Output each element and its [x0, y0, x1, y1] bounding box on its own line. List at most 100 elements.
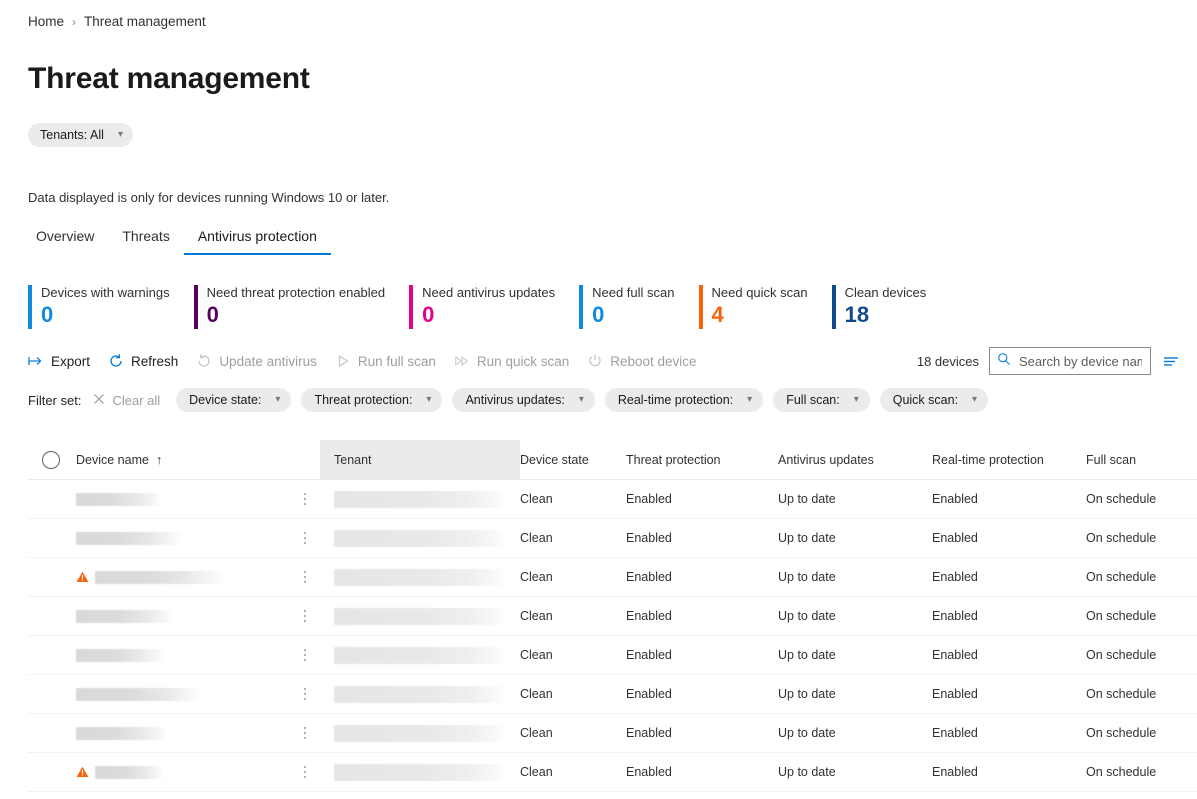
table-row[interactable]: Clean Enabled Up to date Enabled On schedule [28, 714, 1197, 753]
filter-pill-antivirus-updates[interactable]: Antivirus updates: ▾ [452, 388, 595, 412]
table-row[interactable]: Clean Enabled Up to date Enabled On schedule [28, 753, 1197, 792]
breadcrumb-separator-icon: › [72, 14, 77, 29]
refresh-button[interactable]: Refresh [108, 353, 178, 369]
kpi-card-clean-devices[interactable]: Clean devices 18 [831, 285, 926, 329]
row-select-cell[interactable] [28, 480, 76, 519]
kpi-card-need-antivirus-updates[interactable]: Need antivirus updates 0 [409, 285, 555, 329]
cell-device-name[interactable] [76, 480, 290, 519]
cell-device-name[interactable] [76, 714, 290, 753]
more-options-icon[interactable] [298, 645, 313, 666]
row-overflow-menu-cell[interactable] [290, 597, 320, 636]
cell-realtime-protection: Enabled [932, 636, 1086, 675]
clear-all-filters-button[interactable]: Clear all [93, 393, 160, 408]
row-overflow-menu-cell[interactable] [290, 675, 320, 714]
cell-threat-protection: Enabled [626, 753, 778, 792]
filter-pill-label: Antivirus updates: [465, 393, 565, 407]
row-select-cell[interactable] [28, 636, 76, 675]
cell-antivirus-updates-value: Up to date [778, 531, 836, 545]
kpi-accent-bar [831, 285, 836, 329]
redacted-device-name [76, 648, 162, 662]
cell-threat-protection: Enabled [626, 558, 778, 597]
table-row[interactable]: Clean Enabled Up to date Enabled On schedule [28, 558, 1197, 597]
more-options-icon[interactable] [298, 762, 313, 783]
close-icon [93, 393, 105, 408]
search-input[interactable] [1017, 352, 1144, 370]
breadcrumb-home[interactable]: Home [28, 14, 64, 29]
column-header-threat-protection[interactable]: Threat protection [626, 440, 778, 480]
cell-device-name[interactable] [76, 519, 290, 558]
cell-device-name[interactable] [76, 675, 290, 714]
cell-device-name[interactable] [76, 753, 290, 792]
warning-icon [76, 766, 89, 778]
tab-overview[interactable]: Overview [28, 228, 108, 255]
column-header-device-state[interactable]: Device state [520, 440, 626, 480]
chevron-down-icon: ▾ [747, 394, 753, 405]
table-row[interactable]: Clean Enabled Up to date Enabled On schedule [28, 675, 1197, 714]
column-header-full-scan[interactable]: Full scan [1086, 440, 1197, 480]
more-options-icon[interactable] [298, 567, 313, 588]
table-row[interactable]: Clean Enabled Up to date Enabled On schedule [28, 597, 1197, 636]
cell-threat-protection: Enabled [626, 714, 778, 753]
row-overflow-menu-cell[interactable] [290, 636, 320, 675]
select-all-checkbox[interactable] [42, 450, 60, 469]
row-select-cell[interactable] [28, 714, 76, 753]
kpi-label: Need full scan [592, 285, 675, 300]
column-header-tenant[interactable]: Tenant [320, 439, 520, 480]
filter-pill-quick-scan[interactable]: Quick scan: ▾ [879, 388, 989, 412]
cell-device-name[interactable] [76, 597, 290, 636]
more-options-icon[interactable] [298, 723, 313, 744]
kpi-value: 0 [41, 302, 54, 327]
command-label: Run full scan [357, 353, 436, 369]
column-header-menu-spacer [290, 440, 320, 480]
more-options-icon[interactable] [298, 489, 313, 510]
row-select-cell[interactable] [28, 558, 76, 597]
tab-threats[interactable]: Threats [108, 228, 183, 255]
cell-antivirus-updates-value: Up to date [778, 687, 836, 701]
filter-pill-device-state[interactable]: Device state: ▾ [176, 388, 292, 412]
filter-pill-full-scan[interactable]: Full scan: ▾ [773, 388, 870, 412]
cell-full-scan: On schedule [1086, 597, 1197, 636]
cell-antivirus-updates-value: Up to date [778, 492, 836, 506]
search-box[interactable] [989, 347, 1151, 375]
filter-pill-real-time-protection[interactable]: Real-time protection: ▾ [604, 388, 764, 412]
table-row[interactable]: Clean Enabled Up to date Enabled On schedule [28, 519, 1197, 558]
cell-full-scan-value: On schedule [1086, 648, 1157, 662]
filter-sort-icon[interactable] [1161, 351, 1181, 371]
row-select-cell[interactable] [28, 597, 76, 636]
cell-realtime-protection: Enabled [932, 597, 1086, 636]
row-select-cell[interactable] [28, 753, 76, 792]
cell-tenant [320, 597, 520, 636]
row-overflow-menu-cell[interactable] [290, 480, 320, 519]
column-header-antivirus-updates-label: Antivirus updates [778, 452, 874, 467]
column-header-antivirus-updates[interactable]: Antivirus updates [778, 440, 932, 480]
filter-row: Filter set: Clear all Device state: ▾ Thre… [28, 388, 998, 412]
tab-antivirus-protection[interactable]: Antivirus protection [183, 228, 331, 255]
filter-pill-threat-protection[interactable]: Threat protection: ▾ [301, 388, 443, 412]
cell-realtime-protection-value: Enabled [932, 570, 978, 584]
export-button[interactable]: Export [28, 353, 90, 369]
row-overflow-menu-cell[interactable] [290, 753, 320, 792]
more-options-icon[interactable] [298, 528, 313, 549]
cell-antivirus-updates-value: Up to date [778, 570, 836, 584]
table-row[interactable]: Clean Enabled Up to date Enabled On schedule [28, 480, 1197, 519]
row-overflow-menu-cell[interactable] [290, 519, 320, 558]
cell-device-name[interactable] [76, 636, 290, 675]
row-overflow-menu-cell[interactable] [290, 558, 320, 597]
row-select-cell[interactable] [28, 519, 76, 558]
column-header-realtime-protection[interactable]: Real-time protection [932, 440, 1086, 480]
tab-label: Antivirus protection [197, 228, 317, 244]
more-options-icon[interactable] [298, 684, 313, 705]
cell-device-name[interactable] [76, 558, 290, 597]
kpi-card-need-threat-protection-enabled[interactable]: Need threat protection enabled 0 [193, 285, 385, 329]
kpi-card-need-quick-scan[interactable]: Need quick scan 4 [698, 285, 808, 329]
table-row[interactable]: Clean Enabled Up to date Enabled On schedule [28, 636, 1197, 675]
row-select-cell[interactable] [28, 675, 76, 714]
kpi-card-need-full-scan[interactable]: Need full scan 0 [579, 285, 675, 329]
row-overflow-menu-cell[interactable] [290, 714, 320, 753]
tenant-filter-dropdown[interactable]: Tenants: All ▾ [28, 123, 133, 147]
column-header-device-state-label: Device state [520, 452, 589, 467]
cell-threat-protection: Enabled [626, 675, 778, 714]
column-header-device-name[interactable]: Device name ↑ [76, 440, 290, 480]
more-options-icon[interactable] [298, 606, 313, 627]
kpi-card-devices-with-warnings[interactable]: Devices with warnings 0 [28, 285, 170, 329]
